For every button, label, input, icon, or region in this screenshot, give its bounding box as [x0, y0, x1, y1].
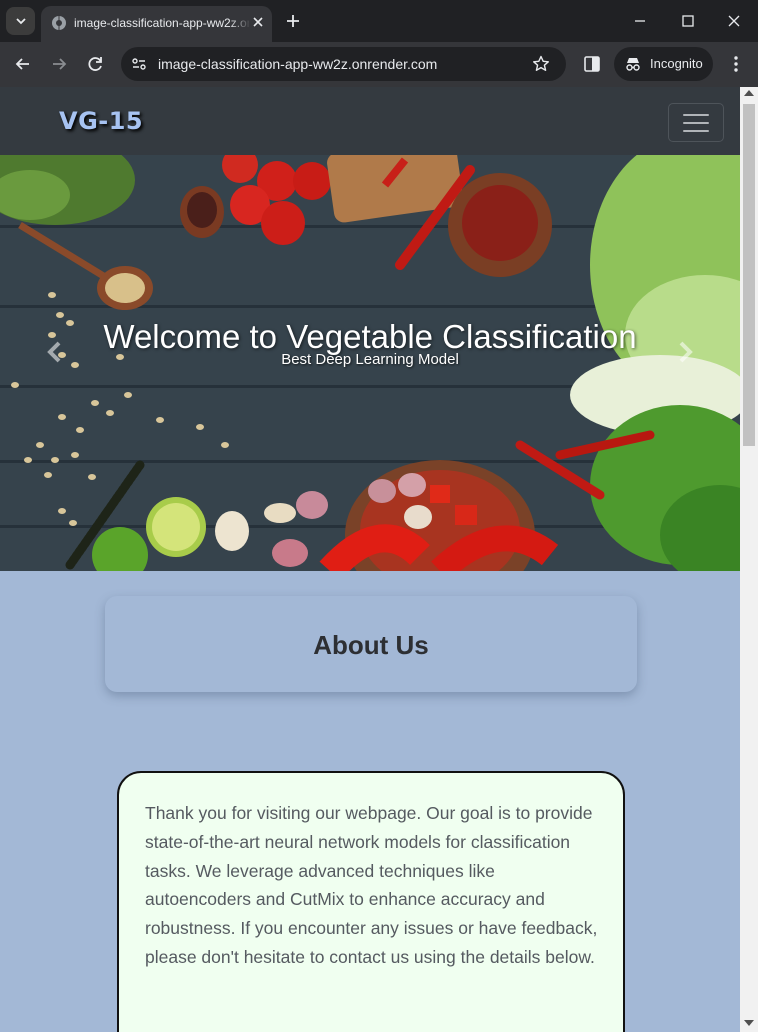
browser-titlebar: image-classification-app-ww2z.onrender.c…: [0, 0, 758, 42]
kebab-menu-icon[interactable]: [726, 54, 746, 74]
tab-search-button[interactable]: [6, 7, 35, 35]
incognito-badge[interactable]: Incognito: [614, 47, 713, 81]
scroll-down-icon[interactable]: [744, 1020, 754, 1026]
navbar-toggler-button[interactable]: [668, 103, 724, 142]
tab-search-icon: [15, 18, 26, 25]
hero-carousel: Welcome to Vegetable Classification Best…: [0, 155, 740, 571]
address-bar[interactable]: image-classification-app-ww2z.onrender.c…: [121, 47, 566, 81]
hero-subtitle: Best Deep Learning Model: [281, 351, 459, 368]
brand-logo[interactable]: VG-15: [59, 107, 143, 135]
scroll-up-icon[interactable]: [744, 90, 754, 96]
about-info-box: Thank you for visiting our webpage. Our …: [117, 771, 625, 1032]
maximize-icon[interactable]: [678, 11, 698, 31]
page-content: VG-15 Welcome to Vegetable Classificatio…: [0, 87, 740, 1032]
close-icon[interactable]: [250, 14, 266, 30]
close-window-icon[interactable]: [724, 11, 744, 31]
minimize-icon[interactable]: [630, 11, 650, 31]
site-navbar: VG-15: [0, 87, 740, 155]
about-us-heading: About Us: [313, 630, 429, 660]
browser-toolbar: image-classification-app-ww2z.onrender.c…: [0, 42, 758, 87]
browser-tab[interactable]: image-classification-app-ww2z.onrender.c…: [41, 6, 272, 42]
globe-icon: [52, 16, 66, 30]
reload-icon[interactable]: [84, 53, 106, 75]
scrollbar-thumb[interactable]: [743, 104, 755, 446]
tab-title-fade: [229, 12, 251, 34]
page-viewport: VG-15 Welcome to Vegetable Classificatio…: [0, 87, 758, 1032]
about-us-card: About Us: [105, 596, 637, 692]
hamburger-icon: [683, 114, 709, 132]
forward-arrow-icon[interactable]: [48, 53, 70, 75]
page-scrollbar[interactable]: [740, 87, 758, 1032]
incognito-label: Incognito: [650, 56, 703, 71]
side-panel-icon[interactable]: [582, 54, 602, 74]
tab-title: image-classification-app-ww2z.onrender.c…: [74, 16, 249, 30]
site-info-icon[interactable]: [129, 54, 149, 74]
incognito-icon: [626, 58, 640, 71]
back-arrow-icon[interactable]: [12, 53, 34, 75]
star-icon[interactable]: [531, 54, 551, 74]
chevron-right-icon[interactable]: [670, 337, 700, 367]
chevron-left-icon[interactable]: [40, 337, 70, 367]
about-description: Thank you for visiting our webpage. Our …: [145, 803, 598, 967]
plus-icon[interactable]: [283, 11, 303, 31]
url-text[interactable]: image-classification-app-ww2z.onrender.c…: [158, 56, 437, 72]
